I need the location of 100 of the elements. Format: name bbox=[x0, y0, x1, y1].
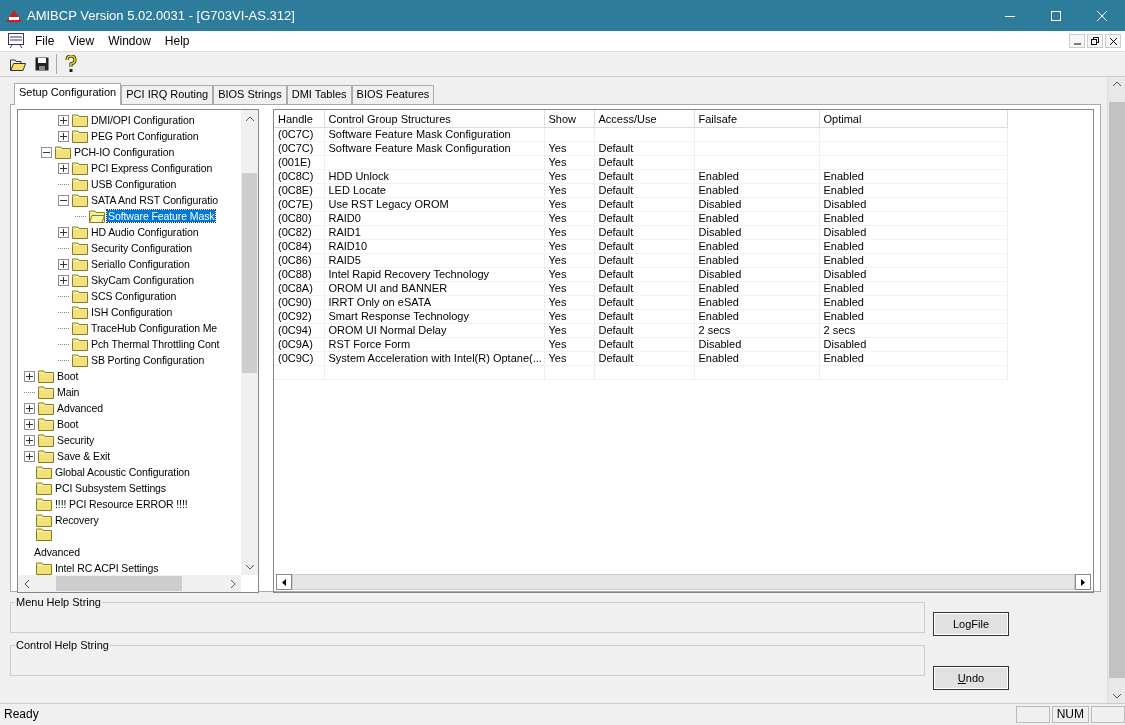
table-cell: Default bbox=[598, 156, 634, 168]
folder-icon bbox=[55, 145, 71, 159]
table-cell: Yes bbox=[548, 226, 567, 238]
column-header[interactable]: Failsafe bbox=[694, 110, 819, 128]
tab[interactable]: BIOS Strings bbox=[213, 85, 287, 104]
tree-item[interactable]: Save & Exit bbox=[56, 450, 112, 462]
expand-icon[interactable] bbox=[24, 402, 35, 414]
tree-item[interactable]: HD Audio Configuration bbox=[90, 226, 200, 238]
tree-item[interactable]: PCI Express Configuration bbox=[90, 162, 214, 174]
group-label: Control Help String bbox=[15, 639, 110, 651]
column-header[interactable]: Handle bbox=[274, 110, 324, 128]
menu-item[interactable]: View bbox=[61, 34, 102, 48]
tree-item[interactable]: Intel RC ACPI Settings bbox=[54, 562, 160, 574]
folder-icon bbox=[89, 209, 105, 223]
expand-icon[interactable] bbox=[24, 450, 35, 462]
action-button[interactable]: Undo bbox=[933, 666, 1009, 690]
table-cell: Default bbox=[598, 226, 634, 238]
scrollbar-thumb[interactable] bbox=[1108, 102, 1125, 678]
tree-item[interactable]: TraceHub Configuration Me bbox=[90, 322, 219, 334]
close-button[interactable] bbox=[1105, 34, 1121, 48]
tab[interactable]: BIOS Features bbox=[351, 85, 435, 104]
tree-item[interactable]: Advanced bbox=[56, 402, 104, 414]
collapse-icon[interactable] bbox=[58, 194, 69, 206]
tree-item[interactable]: Boot bbox=[56, 418, 80, 430]
table-cell: Yes bbox=[548, 296, 567, 308]
tree-item[interactable]: USB Configuration bbox=[90, 178, 178, 190]
table-cell: OROM UI and BANNER bbox=[328, 282, 448, 294]
table-cell: RST Force Form bbox=[328, 338, 411, 350]
table-cell: Enabled bbox=[823, 184, 864, 196]
expand-icon[interactable] bbox=[58, 274, 69, 286]
tree-item[interactable]: Security bbox=[56, 434, 96, 446]
table-cell: System Acceleration with Intel(R) Optane(... bbox=[328, 352, 542, 364]
expand-icon[interactable] bbox=[24, 418, 35, 430]
action-button[interactable]: LogFile bbox=[933, 612, 1009, 636]
minimize-button[interactable] bbox=[1069, 34, 1085, 48]
tree-item[interactable]: SkyCam Configuration bbox=[90, 274, 196, 286]
tree-item[interactable]: PCH-IO Configuration bbox=[73, 146, 176, 158]
expand-icon[interactable] bbox=[24, 434, 35, 446]
tree-item[interactable]: PCI Subsystem Settings bbox=[54, 482, 167, 494]
table-cell: Default bbox=[598, 296, 634, 308]
tree-item[interactable]: PEG Port Configuration bbox=[90, 130, 200, 142]
menu-item[interactable]: File bbox=[28, 34, 62, 48]
folder-icon bbox=[72, 225, 88, 239]
table-cell: Default bbox=[598, 282, 634, 294]
tree-item[interactable]: Advanced bbox=[33, 528, 81, 560]
tab[interactable]: PCI IRQ Routing bbox=[121, 85, 214, 104]
scrollbar-thumb[interactable] bbox=[242, 173, 257, 373]
table-cell: 2 secs bbox=[823, 324, 856, 336]
document-icon[interactable] bbox=[8, 33, 24, 49]
expand-icon[interactable] bbox=[58, 162, 69, 174]
tree-item[interactable]: SCS Configuration bbox=[90, 290, 178, 302]
column-header[interactable]: Show bbox=[544, 110, 594, 128]
table-cell: Software Feature Mask Configuration bbox=[328, 142, 511, 154]
expand-icon[interactable] bbox=[58, 258, 69, 270]
tree-item[interactable]: SATA And RST Configuratio bbox=[90, 194, 220, 206]
scroll-up-icon[interactable] bbox=[1112, 81, 1121, 86]
tree-item[interactable]: Pch Thermal Throttling Cont bbox=[90, 338, 221, 350]
table-cell: Default bbox=[598, 352, 634, 364]
tree-item[interactable]: DMI/OPI Configuration bbox=[90, 114, 196, 126]
scroll-right-icon[interactable] bbox=[1075, 574, 1091, 590]
tree-item[interactable]: !!!! PCI Resource ERROR !!!! bbox=[54, 498, 189, 510]
expand-icon[interactable] bbox=[58, 130, 69, 142]
app-logo-icon bbox=[6, 9, 22, 22]
expand-icon[interactable] bbox=[58, 226, 69, 238]
table-cell: IRRT Only on eSATA bbox=[328, 296, 431, 308]
tree-item[interactable]: ISH Configuration bbox=[90, 306, 174, 318]
table-cell: Yes bbox=[548, 184, 567, 196]
table-cell: (0C9A) bbox=[278, 338, 313, 350]
table-cell: (0C90) bbox=[278, 296, 312, 308]
folder-icon bbox=[72, 129, 88, 143]
table-cell: HDD Unlock bbox=[328, 170, 389, 182]
expand-icon[interactable] bbox=[24, 370, 35, 382]
column-header[interactable]: Optimal bbox=[819, 110, 1007, 128]
table-cell: Default bbox=[598, 324, 634, 336]
table-cell: Default bbox=[598, 212, 634, 224]
tree-item[interactable]: Recovery bbox=[54, 514, 100, 526]
column-header[interactable]: Access/Use bbox=[594, 110, 694, 128]
table-cell: Enabled bbox=[698, 310, 739, 322]
tab[interactable]: Setup Configuration bbox=[14, 83, 122, 105]
tree-item[interactable]: Main bbox=[56, 386, 81, 398]
table-cell: Enabled bbox=[698, 352, 739, 364]
tree-item[interactable]: Security Configuration bbox=[90, 242, 194, 254]
scrollbar-thumb[interactable] bbox=[56, 576, 182, 591]
tree-item[interactable]: Software Feature Mask bbox=[107, 210, 216, 222]
scroll-down-icon[interactable] bbox=[1112, 694, 1121, 699]
tree-item[interactable]: SB Porting Configuration bbox=[90, 354, 206, 366]
tree-item[interactable]: Global Acoustic Configuration bbox=[54, 466, 191, 478]
status-pane bbox=[1091, 705, 1125, 723]
folder-icon bbox=[36, 513, 52, 527]
menu-item[interactable]: Help bbox=[157, 34, 197, 48]
table-cell: Disabled bbox=[823, 198, 867, 210]
column-header[interactable]: Control Group Structures bbox=[324, 110, 544, 128]
tree-item[interactable]: Boot bbox=[56, 370, 80, 382]
tab[interactable]: DMI Tables bbox=[286, 85, 352, 104]
scroll-left-icon[interactable] bbox=[276, 574, 292, 590]
collapse-icon[interactable] bbox=[41, 146, 52, 158]
restore-button[interactable] bbox=[1087, 34, 1103, 48]
menu-item[interactable]: Window bbox=[101, 34, 158, 48]
expand-icon[interactable] bbox=[58, 114, 69, 126]
tree-item[interactable]: SerialIo Configuration bbox=[90, 258, 191, 270]
